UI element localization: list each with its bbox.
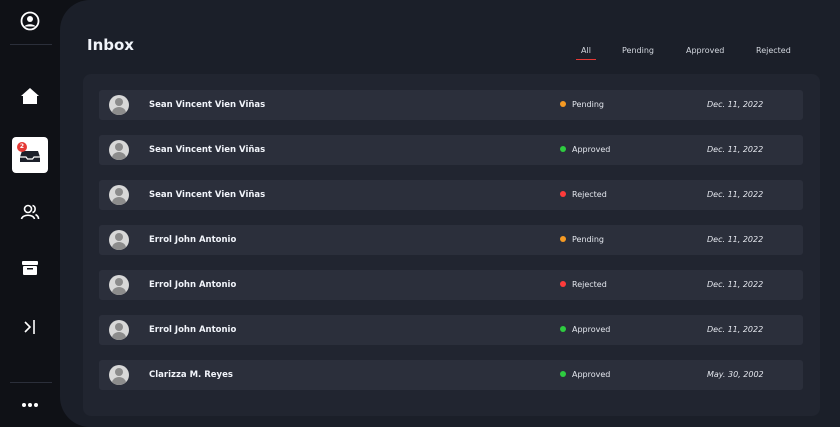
user-circle-icon[interactable]: [12, 3, 48, 39]
request-date: May. 30, 2002: [707, 370, 764, 379]
requester-name: Sean Vincent Vien Viñas: [149, 145, 266, 155]
status-dot: [560, 235, 566, 242]
status-badge: Approved: [560, 360, 610, 390]
list-item[interactable]: Errol John Antonio Approved Dec. 11, 2022: [99, 315, 803, 345]
home-icon[interactable]: [12, 78, 48, 114]
status-label: Approved: [572, 370, 611, 379]
main-content: Inbox All Pending Approved Rejected Sean…: [60, 0, 840, 427]
list-item[interactable]: Errol John Antonio Rejected Dec. 11, 2022: [99, 270, 803, 300]
request-date: Dec. 11, 2022: [707, 145, 764, 154]
inbox-icon[interactable]: 2: [12, 137, 48, 173]
expand-sidebar-icon[interactable]: [12, 309, 48, 345]
tab-rejected[interactable]: Rejected: [756, 44, 791, 57]
status-badge: Pending: [560, 225, 604, 255]
avatar: [109, 320, 129, 340]
more-icon[interactable]: [12, 387, 48, 423]
status-label: Rejected: [572, 280, 607, 289]
status-badge: Pending: [560, 90, 604, 120]
status-label: Pending: [572, 235, 604, 244]
sidebar: 2: [0, 0, 62, 427]
status-badge: Approved: [560, 135, 610, 165]
requester-name: Errol John Antonio: [149, 325, 237, 335]
request-date: Dec. 11, 2022: [707, 100, 764, 109]
list-item[interactable]: Sean Vincent Vien Viñas Pending Dec. 11, 2…: [99, 90, 803, 120]
status-dot: [560, 100, 566, 107]
tab-approved[interactable]: Approved: [686, 44, 724, 57]
archive-icon[interactable]: [12, 250, 48, 286]
avatar: [109, 365, 129, 385]
requester-name: Sean Vincent Vien Viñas: [149, 190, 266, 200]
status-label: Pending: [572, 100, 604, 109]
request-date: Dec. 11, 2022: [707, 280, 764, 289]
inbox-badge: 2: [17, 142, 27, 152]
status-dot: [560, 370, 566, 377]
list-item[interactable]: Sean Vincent Vien Viñas Rejected Dec. 11, …: [99, 180, 803, 210]
requester-name: Clarizza M. Reyes: [149, 370, 233, 380]
status-dot: [560, 325, 566, 332]
status-label: Approved: [572, 325, 611, 334]
requester-name: Errol John Antonio: [149, 280, 237, 290]
request-date: Dec. 11, 2022: [707, 235, 764, 244]
requester-name: Sean Vincent Vien Viñas: [149, 100, 266, 110]
avatar: [109, 140, 129, 160]
tab-all[interactable]: All: [576, 44, 596, 60]
users-icon[interactable]: [12, 194, 48, 230]
inbox-list: Sean Vincent Vien Viñas Pending Dec. 11, 2…: [83, 74, 820, 416]
status-label: Rejected: [572, 190, 607, 199]
requester-name: Errol John Antonio: [149, 235, 237, 245]
status-dot: [560, 145, 566, 152]
status-dot: [560, 190, 566, 197]
list-item[interactable]: Sean Vincent Vien Viñas Approved Dec. 11, …: [99, 135, 803, 165]
status-label: Approved: [572, 145, 611, 154]
list-item[interactable]: Clarizza M. Reyes Approved May. 30, 2002: [99, 360, 803, 390]
request-date: Dec. 11, 2022: [707, 190, 764, 199]
page-title: Inbox: [87, 36, 134, 54]
status-badge: Approved: [560, 315, 610, 345]
sidebar-divider: [10, 382, 52, 383]
avatar: [109, 230, 129, 250]
avatar: [109, 185, 129, 205]
status-badge: Rejected: [560, 270, 607, 300]
avatar: [109, 275, 129, 295]
status-badge: Rejected: [560, 180, 607, 210]
request-date: Dec. 11, 2022: [707, 325, 764, 334]
tab-pending[interactable]: Pending: [622, 44, 654, 57]
avatar: [109, 95, 129, 115]
list-item[interactable]: Errol John Antonio Pending Dec. 11, 2022: [99, 225, 803, 255]
sidebar-divider: [10, 44, 52, 45]
status-dot: [560, 280, 566, 287]
